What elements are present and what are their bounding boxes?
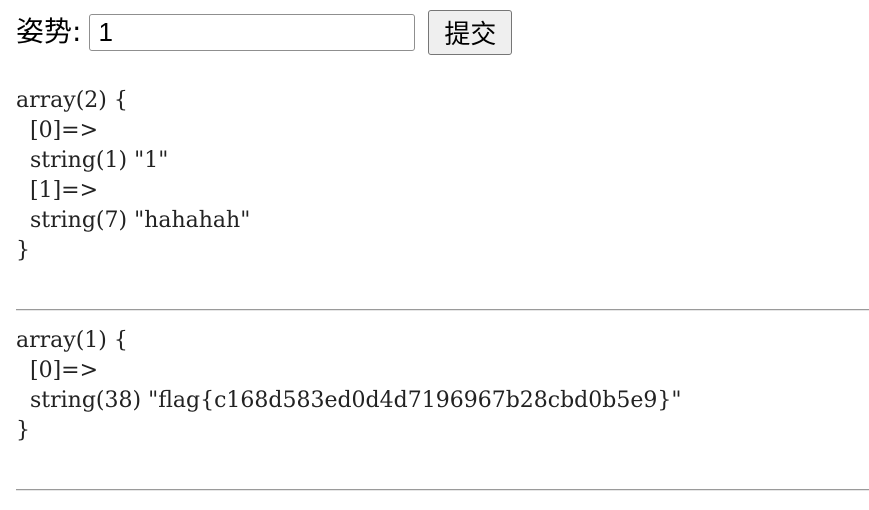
- dump-entry-key: [0]=>: [16, 118, 99, 143]
- var-dump-output-1: array(2) { [0]=> string(1) "1" [1]=> str…: [16, 86, 250, 266]
- dump-entry-value: string(7) "hahahah": [16, 208, 251, 233]
- dump-entry-value: string(38) "flag{c168d583ed0d4d7196967b2…: [16, 388, 682, 413]
- dump-entry-value: string(1) "1": [16, 148, 169, 173]
- pose-input[interactable]: [89, 13, 416, 51]
- dump-footer: }: [16, 238, 30, 263]
- dump-entry-key: [0]=>: [16, 358, 99, 383]
- pose-form: 姿势: 提交: [16, 8, 513, 56]
- dump-entry-key: [1]=>: [16, 178, 99, 203]
- horizontal-rule: [16, 489, 869, 491]
- dump-header: array(1) {: [16, 328, 128, 353]
- pose-label: 姿势:: [16, 15, 82, 48]
- var-dump-output-2: array(1) { [0]=> string(38) "flag{c168d5…: [16, 326, 681, 446]
- horizontal-rule: [16, 309, 869, 311]
- dump-footer: }: [16, 418, 30, 443]
- dump-header: array(2) {: [16, 88, 128, 113]
- submit-button[interactable]: 提交: [428, 9, 513, 55]
